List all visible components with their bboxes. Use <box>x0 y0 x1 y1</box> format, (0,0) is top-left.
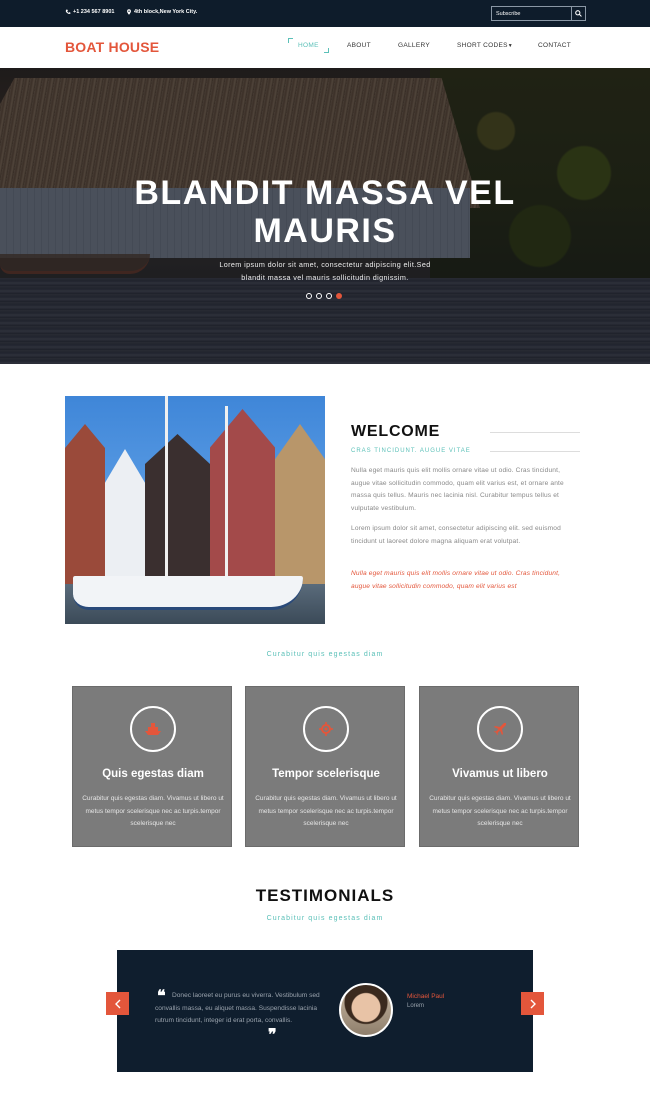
service-icon-ring <box>477 706 523 752</box>
address-text: 4th block,New York City. <box>134 9 198 15</box>
slider-dots <box>306 293 342 299</box>
plane-icon <box>493 723 506 736</box>
service-title: Vivamus ut libero <box>452 768 548 780</box>
caret-down-icon: ▼ <box>507 43 513 49</box>
prev-arrow-button[interactable] <box>106 992 129 1015</box>
hero-title: BLANDIT MASSA VEL MAURIS <box>0 174 650 250</box>
main-navbar: BOAT HOUSE HOME ABOUT GALLERY SHORT CODE… <box>0 27 650 68</box>
hero-subtitle-line1: Lorem ipsum dolor sit amet, consectetur … <box>219 260 431 269</box>
hero-title-line2: MAURIS <box>253 212 397 250</box>
chevron-left-icon <box>114 999 120 1008</box>
divider <box>490 451 580 452</box>
nav-home-label: HOME <box>298 42 319 49</box>
helm-icon <box>319 722 333 736</box>
building <box>65 424 105 584</box>
welcome-tagline: Cras tincidunt. augue vitae <box>351 448 471 454</box>
service-card[interactable]: Vivamus ut libero Curabitur quis egestas… <box>419 686 579 847</box>
hero-title-line1: BLANDIT MASSA VEL <box>134 174 516 212</box>
avatar <box>339 983 393 1037</box>
subscribe-input[interactable] <box>492 7 571 20</box>
service-icon-ring <box>303 706 349 752</box>
hero-subtitle-line2: blandit massa vel mauris sollicitudin di… <box>241 273 409 282</box>
nav-gallery[interactable]: GALLERY <box>398 42 430 49</box>
active-bracket-top <box>288 38 293 43</box>
service-card[interactable]: Quis egestas diam Curabitur quis egestas… <box>72 686 232 847</box>
welcome-title: WELCOME <box>351 423 441 440</box>
active-bracket-bottom <box>323 48 329 53</box>
service-title: Quis egestas diam <box>102 768 204 780</box>
service-card[interactable]: Tempor scelerisque Curabitur quis egesta… <box>245 686 405 847</box>
service-text: Curabitur quis egestas diam. Vivamus ut … <box>255 795 397 827</box>
welcome-paragraph: Lorem ipsum dolor sit amet, consectetur … <box>351 525 561 545</box>
service-text: Curabitur quis egestas diam. Vivamus ut … <box>429 795 571 827</box>
nav-contact[interactable]: CONTACT <box>538 42 571 49</box>
testimonial-quote-text: Donec laoreet eu purus eu viverra. Vesti… <box>155 992 320 1025</box>
top-bar: +1 234 567 8901 4th block,New York City. <box>0 0 650 27</box>
phone-contact: +1 234 567 8901 <box>65 9 114 15</box>
building <box>210 409 275 584</box>
nav-short-codes[interactable]: SHORT CODES▼ <box>457 42 513 49</box>
nav-home[interactable]: HOME <box>288 38 329 53</box>
yacht-mast <box>225 406 228 581</box>
slider-dot-active[interactable] <box>336 293 342 299</box>
phone-number: +1 234 567 8901 <box>73 9 115 15</box>
divider <box>490 432 580 433</box>
nav-links: HOME ABOUT GALLERY SHORT CODES▼ CONTACT <box>0 38 650 54</box>
nav-short-codes-label: SHORT CODES <box>457 42 508 49</box>
testimonial-quote: Donec laoreet eu purus eu viverra. Vesti… <box>155 990 325 1028</box>
subscribe-search-button[interactable] <box>571 7 585 20</box>
building <box>145 434 210 584</box>
testimonials-subtitle: Curabitur quis egestas diam <box>266 915 384 922</box>
building <box>105 449 145 584</box>
welcome-highlight-paragraph: Nulla eget mauris quis elit mollis ornar… <box>351 570 561 590</box>
ship-icon <box>145 723 161 735</box>
search-icon <box>575 10 582 17</box>
service-title: Tempor scelerisque <box>272 768 380 780</box>
next-arrow-button[interactable] <box>521 992 544 1015</box>
chevron-right-icon <box>530 999 536 1008</box>
nav-about[interactable]: ABOUT <box>347 42 371 49</box>
yacht <box>73 576 303 610</box>
yacht-mast <box>165 396 168 581</box>
slider-dot[interactable] <box>306 293 312 299</box>
hero-slider: BLANDIT MASSA VEL MAURIS Lorem ipsum dol… <box>0 68 650 364</box>
address-contact: 4th block,New York City. <box>126 9 197 15</box>
services-subtitle: Curabitur quis egestas diam <box>266 651 384 658</box>
welcome-paragraph: Nulla eget mauris quis elit mollis ornar… <box>351 467 564 512</box>
map-marker-icon <box>127 9 131 15</box>
close-quote-icon: ❞ <box>268 1025 277 1044</box>
testimonials-title: TESTIMONIALS <box>255 886 395 905</box>
service-icon-ring <box>130 706 176 752</box>
service-text: Curabitur quis egestas diam. Vivamus ut … <box>82 795 224 827</box>
testimonial-name: Michael Paul <box>407 993 445 1000</box>
phone-icon <box>65 9 71 14</box>
subscribe-form <box>491 6 586 21</box>
building <box>275 424 325 584</box>
welcome-image <box>65 396 325 624</box>
slider-dot[interactable] <box>326 293 332 299</box>
hero-subtitle: Lorem ipsum dolor sit amet, consectetur … <box>195 258 455 284</box>
testimonial-role: Lorem <box>407 1003 425 1009</box>
slider-dot[interactable] <box>316 293 322 299</box>
